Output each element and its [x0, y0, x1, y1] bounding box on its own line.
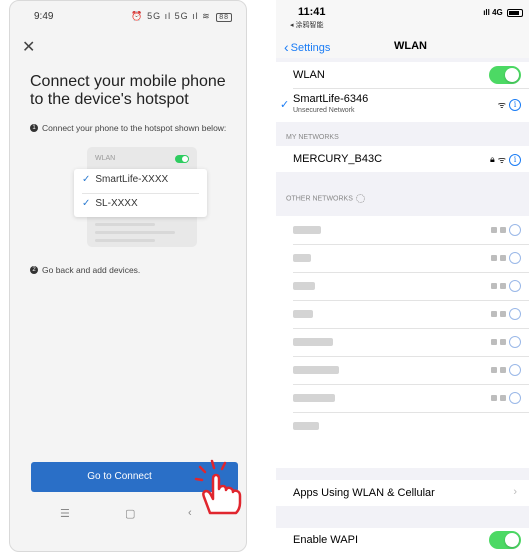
chevron-right-icon: ›	[513, 486, 517, 498]
divider	[293, 88, 529, 89]
blurred-network-name[interactable]	[293, 254, 311, 262]
network-icons	[491, 308, 521, 320]
placeholder-bar	[95, 223, 155, 226]
apps-using-wlan-row[interactable]: Apps Using WLAN & Cellular ›	[276, 480, 529, 506]
status-icons: ıll 4G	[483, 8, 523, 17]
right-phone-screen: 11:41 ◂ 涂鸦智能 ıll 4G ‹ Settings WLAN WLAN …	[276, 0, 529, 552]
network-icons: 🔒︎ ᯤ i	[490, 153, 521, 166]
left-phone-screen: 9:49 ⏰ 5G ıl 5G ıl ≋ 88 ✕ Connect your m…	[9, 0, 247, 552]
saved-network-name: MERCURY_B43C	[293, 153, 383, 165]
info-icon[interactable]: i	[509, 153, 521, 166]
check-icon: ✓	[82, 174, 91, 185]
network-icons	[491, 280, 521, 292]
home-icon[interactable]: ▢	[125, 507, 135, 520]
check-icon: ✓	[82, 198, 91, 209]
battery-icon: 88	[216, 13, 232, 22]
cellular-signal-icon: ıll 4G	[483, 8, 503, 17]
enable-wapi-label: Enable WAPI	[293, 534, 359, 546]
my-networks-header: MY NETWORKS	[286, 134, 339, 141]
divider	[293, 412, 529, 413]
blurred-network-name[interactable]	[293, 310, 313, 318]
page-title: Connect your mobile phone to the device'…	[30, 73, 226, 108]
system-nav-bar: ☰ ▢ ‹	[10, 503, 246, 525]
network-icons	[491, 364, 521, 376]
loading-spinner-icon	[355, 194, 365, 203]
blurred-network-name[interactable]	[293, 282, 315, 290]
connected-network-security: Unsecured Network	[293, 107, 355, 114]
lock-icon: 🔒︎	[489, 154, 495, 164]
status-time: 11:41	[298, 6, 326, 18]
divider	[293, 244, 529, 245]
blurred-network-name[interactable]	[293, 422, 319, 430]
navigation-bar: ‹ Settings WLAN	[276, 36, 529, 58]
back-to-app-link[interactable]: ◂ 涂鸦智能	[290, 20, 323, 30]
blurred-network-name[interactable]	[293, 366, 339, 374]
network-list-card: ✓ SmartLife-XXXX ✓ SL-XXXX	[74, 169, 207, 217]
wlan-switch[interactable]	[489, 66, 521, 84]
blurred-network-name[interactable]	[293, 394, 335, 402]
network-icons	[491, 392, 521, 404]
chevron-left-icon: ‹	[284, 39, 289, 55]
check-icon: ✓	[280, 99, 290, 111]
enable-wapi-switch[interactable]	[489, 531, 521, 549]
step-1-number: 1	[30, 124, 38, 132]
illustration-wlan-label: WLAN	[95, 155, 116, 162]
other-networks-list	[276, 216, 529, 468]
network-option: ✓ SmartLife-XXXX	[82, 174, 169, 185]
network-icons: ᯤ i	[498, 98, 521, 111]
connected-network-row[interactable]: ✓ SmartLife-6346 Unsecured Network ᯤ i	[276, 88, 529, 122]
settings-back-button[interactable]: ‹ Settings	[284, 39, 330, 55]
ios-status-bar: 11:41 ◂ 涂鸦智能 ıll 4G	[276, 0, 529, 36]
divider	[293, 328, 529, 329]
blurred-network-name[interactable]	[293, 338, 333, 346]
enable-wapi-row: Enable WAPI	[276, 528, 529, 552]
apps-using-wlan-label: Apps Using WLAN & Cellular	[293, 487, 435, 499]
menu-icon[interactable]: ☰	[60, 507, 70, 520]
placeholder-bar	[95, 231, 175, 234]
wlan-label: WLAN	[293, 69, 325, 81]
step-2-text: Go back and add devices.	[42, 265, 141, 275]
status-bar: 9:49 ⏰ 5G ıl 5G ıl ≋ 88	[10, 9, 246, 25]
step-1: 1 Connect your phone to the hotspot show…	[30, 123, 226, 133]
network-icons	[491, 252, 521, 264]
divider	[293, 384, 529, 385]
divider	[293, 272, 529, 273]
saved-network-row[interactable]: MERCURY_B43C 🔒︎ ᯤ i	[276, 146, 529, 172]
info-icon[interactable]: i	[509, 98, 521, 111]
wifi-icon: ᯤ	[497, 100, 506, 110]
divider	[82, 193, 199, 194]
divider	[293, 300, 529, 301]
placeholder-bar	[95, 239, 155, 242]
divider	[293, 356, 529, 357]
step-2: 2 Go back and add devices.	[30, 265, 140, 275]
blurred-network-name[interactable]	[293, 226, 321, 234]
network-option: ✓ SL-XXXX	[82, 198, 138, 209]
network-icons	[491, 224, 521, 236]
other-networks-header: OTHER NETWORKS	[286, 194, 365, 203]
connected-network-name: SmartLife-6346	[293, 93, 369, 105]
back-icon[interactable]: ‹	[188, 507, 192, 519]
close-icon[interactable]: ✕	[22, 37, 35, 57]
signal-icons: ⏰ 5G ıl 5G ıl ≋	[131, 11, 211, 21]
illustration-toggle	[175, 155, 189, 163]
status-time: 9:49	[34, 11, 54, 22]
page-title: WLAN	[394, 40, 427, 52]
step-1-text: Connect your phone to the hotspot shown …	[42, 123, 227, 133]
wlan-toggle-row: WLAN	[276, 62, 529, 88]
battery-icon	[507, 8, 523, 17]
status-icons: ⏰ 5G ıl 5G ıl ≋ 88	[131, 11, 232, 22]
wifi-icon: ᯤ	[497, 155, 506, 165]
network-icons	[491, 336, 521, 348]
step-2-number: 2	[30, 266, 38, 274]
